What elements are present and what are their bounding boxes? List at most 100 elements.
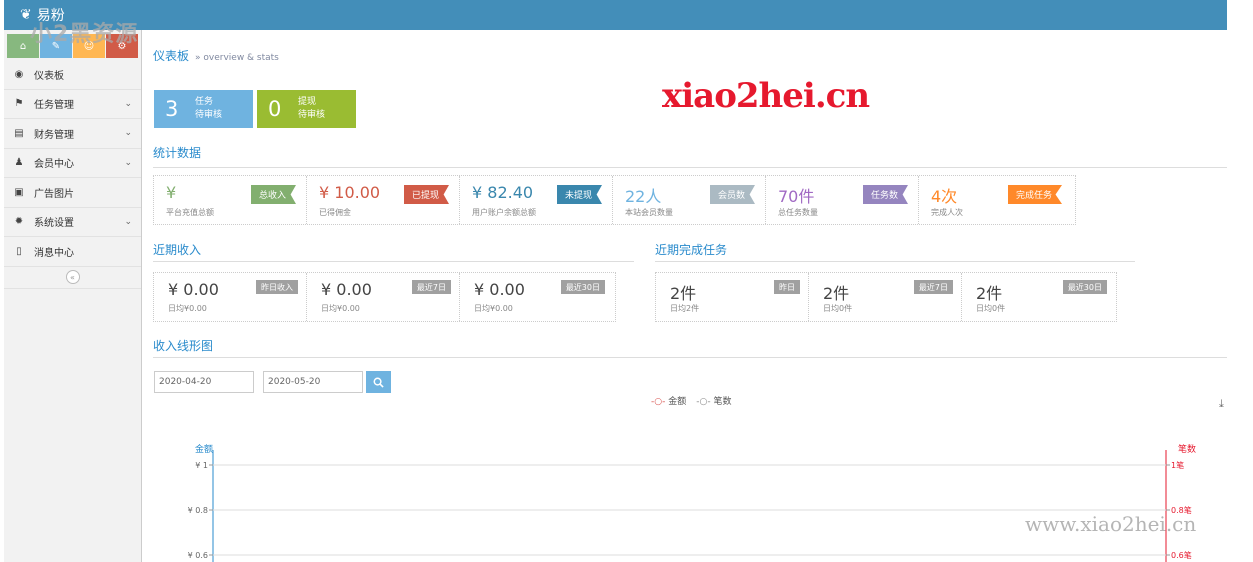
legend-item[interactable]: -○- 金额 <box>651 394 686 407</box>
page-title[interactable]: 仪表板 <box>153 49 189 63</box>
stat-desc: 本站会员数量 <box>625 208 673 217</box>
tasks-row: 2件 日均2件 昨日 2件 日均0件 最近7日 2件 日均0件 最近30日 <box>655 272 1117 322</box>
income-row: ¥ 0.00 日均¥0.00 昨日收入 ¥ 0.00 日均¥0.00 最近7日 ¥ 0.00… <box>153 272 616 322</box>
tasks-desc: 日均2件 <box>670 304 700 313</box>
stat-desc: 已得佣金 <box>319 208 351 217</box>
picture-icon: ▣ <box>14 186 24 198</box>
search-button[interactable] <box>366 371 391 393</box>
stat-desc: 用户账户余额总额 <box>472 208 536 217</box>
pending-label: 提现 待审核 <box>298 96 325 122</box>
stat-value: 70件 <box>778 187 815 206</box>
sidebar-item-0[interactable]: ◉ 仪表板 <box>4 60 141 90</box>
left-axis-label: 金额 <box>195 443 213 455</box>
users-icon[interactable]: ☺ <box>73 34 105 58</box>
right-tick-label: 1笔 <box>1171 460 1184 470</box>
sidebar: ⌂ ✎ ☺ ⚙ ◉ 仪表板 ⚑ 任务管理 ⌄ ▤ 财务管理 ⌄ ♟ 会员中心 ⌄ ▣ 广告图片 ✹ 系统设置 ⌄ ▯ 消… <box>4 30 142 562</box>
income-value: ¥ 0.00 <box>321 280 372 299</box>
sidebar-item-3[interactable]: ♟ 会员中心 ⌄ <box>4 149 141 178</box>
breadcrumb: 仪表板 » overview & stats <box>153 47 279 64</box>
right-axis-label: 笔数 <box>1178 443 1196 455</box>
chevron-down-icon: ⌄ <box>124 216 132 227</box>
end-date-input[interactable]: 2020-05-20 <box>263 371 363 393</box>
stat-card: 4次 完成人次 完成任务 <box>919 176 1072 224</box>
download-icon[interactable]: ⤓ <box>1219 397 1224 411</box>
income-desc: 日均¥0.00 <box>168 304 207 313</box>
stat-value: ¥ 82.40 <box>472 183 534 202</box>
bookmark-icon: ▯ <box>16 245 22 257</box>
brand[interactable]: ❦ 易粉 <box>20 5 65 25</box>
start-date-input[interactable]: 2020-04-20 <box>154 371 254 393</box>
gear-icon: ✹ <box>14 216 24 228</box>
income-line-chart: 金额 笔数¥ 1 1笔¥ 0.8 0.8笔¥ 0.6 0.6笔 <box>188 443 1196 562</box>
pending-box[interactable]: 3 任务 待审核 <box>154 90 253 128</box>
sidebar-item-4[interactable]: ▣ 广告图片 <box>4 178 141 208</box>
income-value: ¥ 0.00 <box>474 280 525 299</box>
pending-count: 0 <box>268 97 282 121</box>
sidebar-item-2[interactable]: ▤ 财务管理 ⌄ <box>4 119 141 149</box>
income-card: ¥ 0.00 日均¥0.00 最近30日 <box>460 273 613 321</box>
print-icon: ▤ <box>14 127 24 139</box>
stat-desc: 总任务数量 <box>778 208 818 217</box>
income-desc: 日均¥0.00 <box>474 304 513 313</box>
stat-badge: 完成任务 <box>1007 185 1062 204</box>
income-desc: 日均¥0.00 <box>321 304 360 313</box>
recent-tasks-heading: 近期完成任务 <box>655 243 728 257</box>
sidebar-item-label: 财务管理 <box>34 129 74 141</box>
legend-marker-icon: -○- <box>696 397 714 407</box>
home-icon[interactable]: ⌂ <box>7 34 39 58</box>
sidebar-item-label: 仪表板 <box>34 70 64 82</box>
tasks-badge: 昨日 <box>774 280 800 294</box>
chevron-down-icon: ⌄ <box>124 157 132 168</box>
user-icon: ♟ <box>14 157 24 169</box>
sidebar-item-6[interactable]: ▯ 消息中心 <box>4 237 141 267</box>
stat-badge: 已提现 <box>403 185 449 204</box>
cogs-icon[interactable]: ⚙ <box>106 34 138 58</box>
left-tick-label: ¥ 1 <box>195 461 208 470</box>
double-chevron-left-icon: « <box>65 270 80 284</box>
stat-badge: 未提现 <box>556 185 602 204</box>
divider <box>153 357 1227 358</box>
stat-badge: 会员数 <box>709 185 755 204</box>
divider <box>153 167 1227 168</box>
sidebar-item-label: 消息中心 <box>34 247 74 259</box>
top-navbar: ❦ 易粉 <box>4 0 1227 30</box>
tasks-badge: 最近30日 <box>1062 280 1107 294</box>
flag-icon: ⚑ <box>14 98 24 110</box>
chevron-down-icon: ⌄ <box>124 128 132 138</box>
income-badge: 最近7日 <box>411 280 451 294</box>
tasks-card: 2件 日均2件 昨日 <box>656 273 809 321</box>
stat-card: ¥ 10.00 已得佣金 已提现 <box>307 176 460 224</box>
dashboard-icon: ◉ <box>14 68 24 80</box>
pencil-icon[interactable]: ✎ <box>40 34 72 58</box>
left-tick-label: ¥ 0.8 <box>188 506 208 515</box>
income-value: ¥ 0.00 <box>168 280 219 299</box>
sidebar-item-label: 会员中心 <box>34 159 74 171</box>
sidebar-item-label: 广告图片 <box>34 188 74 200</box>
page-subtitle: » overview & stats <box>195 53 279 63</box>
stats-row: ¥ 平台充值总额 总收入 ¥ 10.00 已得佣金 已提现 ¥ 82.40 用户账户余额总额 未… <box>153 175 1076 225</box>
sidebar-collapse-button[interactable]: « <box>4 267 141 289</box>
sidebar-item-label: 任务管理 <box>34 100 74 112</box>
chart-legend[interactable]: -○- 金额 -○- 笔数 <box>651 394 731 407</box>
recent-income-heading: 近期收入 <box>153 243 202 257</box>
pending-box[interactable]: 0 提现 待审核 <box>257 90 356 128</box>
right-tick-label: 0.6笔 <box>1171 550 1192 560</box>
legend-label: 金额 <box>668 397 687 407</box>
tasks-desc: 日均0件 <box>976 304 1006 313</box>
chevron-down-icon: ⌄ <box>124 98 132 109</box>
sidebar-item-5[interactable]: ✹ 系统设置 ⌄ <box>4 208 141 237</box>
tasks-card: 2件 日均0件 最近7日 <box>809 273 962 321</box>
tasks-value: 2件 <box>976 284 1003 303</box>
stat-badge: 任务数 <box>862 185 908 204</box>
stat-card: 22人 本站会员数量 会员数 <box>613 176 766 224</box>
sidebar-item-1[interactable]: ⚑ 任务管理 ⌄ <box>4 90 141 119</box>
stat-value: ¥ <box>166 183 177 202</box>
stat-desc: 完成人次 <box>931 208 963 217</box>
income-badge: 最近30日 <box>560 280 605 294</box>
income-chart-heading: 收入线形图 <box>153 339 214 353</box>
tasks-value: 2件 <box>823 284 850 303</box>
stat-value: ¥ 10.00 <box>319 183 381 202</box>
tasks-badge: 最近7日 <box>913 280 953 294</box>
watermark-logo: xiao2hei.cn <box>662 76 870 116</box>
legend-item[interactable]: -○- 笔数 <box>696 394 731 407</box>
